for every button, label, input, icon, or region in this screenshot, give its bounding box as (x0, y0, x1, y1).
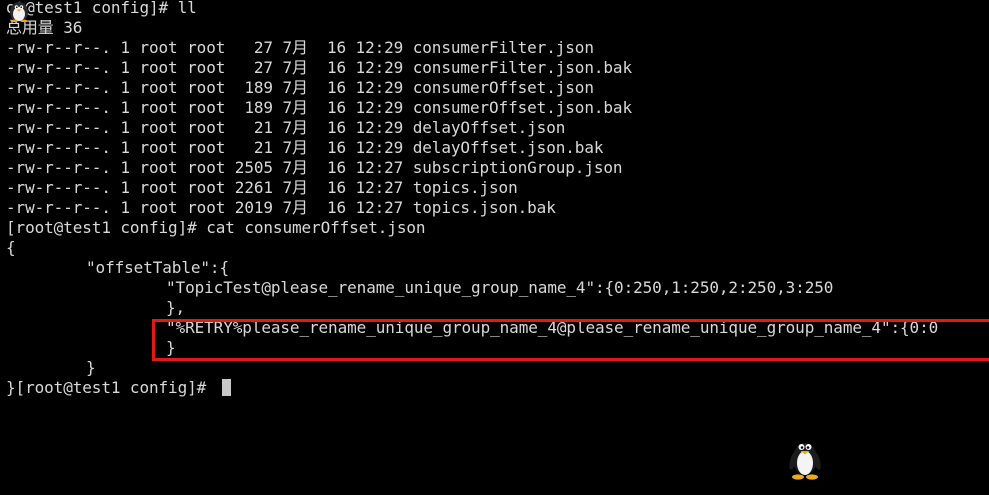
tux-penguin-icon (789, 443, 821, 480)
terminal-line: "offsetTable":{ (86, 258, 229, 277)
terminal-line: -rw-r--r--. 1 root root 2505 7月 16 12:27… (6, 158, 623, 177)
terminal-line: -rw-r--r--. 1 root root 189 7月 16 12:29 … (6, 98, 633, 117)
terminal-cursor (221, 379, 231, 396)
terminal-line: -rw-r--r--. 1 root root 21 7月 16 12:29 d… (6, 138, 604, 157)
terminal-line: -rw-r--r--. 1 root root 2019 7月 16 12:27… (6, 198, 556, 217)
tux-penguin-icon (10, 2, 28, 22)
highlight-annotation-box (152, 319, 989, 361)
terminal-line: "TopicTest@please_rename_unique_group_na… (166, 278, 834, 297)
terminal-prompt-line: }[root@test1 config]# (6, 378, 231, 398)
terminal-prompt: }[root@test1 config]# (6, 378, 216, 397)
terminal-line: }, (166, 298, 186, 317)
terminal-line: ot@test1 config]# ll (6, 0, 197, 17)
terminal-line: { (6, 238, 16, 257)
terminal-line: -rw-r--r--. 1 root root 21 7月 16 12:29 d… (6, 118, 566, 137)
terminal-line: -rw-r--r--. 1 root root 27 7月 16 12:29 c… (6, 58, 633, 77)
terminal-window[interactable]: ot@test1 config]# ll 总用量 36 -rw-r--r--. … (0, 0, 989, 495)
terminal-line: -rw-r--r--. 1 root root 27 7月 16 12:29 c… (6, 38, 594, 57)
terminal-line: [root@test1 config]# cat consumerOffset.… (6, 218, 426, 237)
terminal-line: -rw-r--r--. 1 root root 189 7月 16 12:29 … (6, 78, 594, 97)
terminal-line: } (86, 358, 96, 377)
terminal-line: -rw-r--r--. 1 root root 2261 7月 16 12:27… (6, 178, 518, 197)
